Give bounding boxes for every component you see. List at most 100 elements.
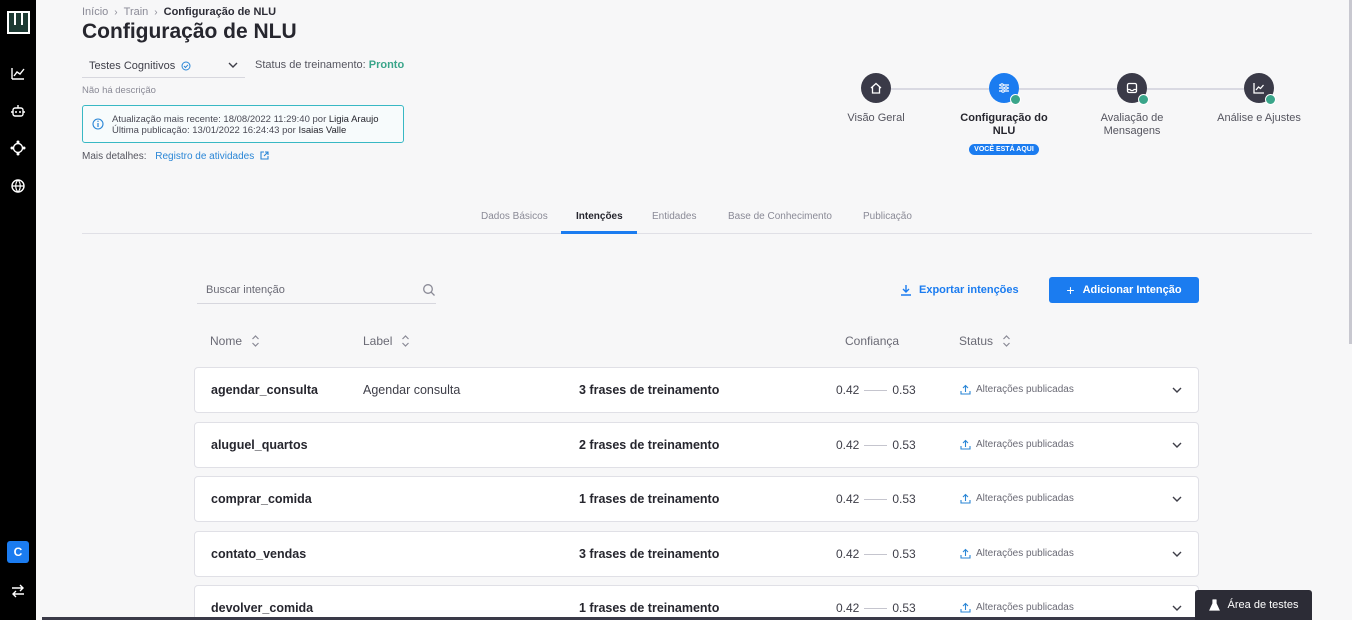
- step-label: Visão Geral: [847, 112, 905, 124]
- verified-icon: [181, 61, 191, 70]
- breadcrumb-home[interactable]: Início: [82, 6, 108, 18]
- external-link-icon[interactable]: [260, 151, 269, 160]
- training-phrases-count: 2 frases de treinamento: [579, 438, 720, 452]
- bot-selector-value: Testes Cognitivos: [89, 59, 176, 72]
- step-overview[interactable]: Visão Geral: [821, 73, 931, 125]
- last-update-line: Atualização mais recente: 18/08/2022 11:…: [112, 114, 379, 125]
- more-details-label: Mais detalhes:: [82, 151, 147, 162]
- step-message-review[interactable]: Avaliação de Mensagens: [1077, 73, 1187, 138]
- analytics-icon[interactable]: [10, 65, 26, 81]
- inbox-icon: [1126, 82, 1138, 94]
- bot-icon[interactable]: [10, 103, 26, 119]
- confidence-max: 0.53: [892, 383, 916, 397]
- confidence-bar: [864, 553, 888, 555]
- more-details: Mais detalhes: Registro de atividades: [82, 151, 269, 162]
- page-title: Configuração de NLU: [82, 20, 297, 43]
- export-intents-button[interactable]: Exportar intenções: [900, 284, 1019, 296]
- info-icon: [92, 118, 104, 130]
- column-header-name[interactable]: Nome: [210, 334, 260, 348]
- column-header-label: Status: [959, 334, 994, 348]
- confidence-range: 0.42 0.53: [836, 438, 916, 452]
- intent-row[interactable]: comprar_comida 1 frases de treinamento 0…: [194, 476, 1199, 522]
- chevron-down-icon[interactable]: [1171, 548, 1183, 560]
- column-header-confidence: Confiança: [845, 334, 899, 348]
- publish-status-text: Alterações publicadas: [976, 602, 1074, 613]
- publish-status: Alterações publicadas: [960, 548, 1074, 559]
- confidence-range: 0.42 0.53: [836, 601, 916, 615]
- tab-publication[interactable]: Publicação: [863, 211, 912, 222]
- tab-basic-data[interactable]: Dados Básicos: [481, 211, 548, 222]
- step-nlu-config[interactable]: Configuração do NLU VOCÊ ESTÁ AQUI: [949, 73, 1059, 156]
- breadcrumb-current: Configuração de NLU: [163, 6, 277, 18]
- stepper-track: [876, 88, 1258, 90]
- breadcrumb: Início › Train › Configuração de NLU: [82, 6, 276, 18]
- intent-name: devolver_comida: [211, 601, 314, 615]
- sidebar: C: [0, 0, 36, 620]
- confidence-bar: [864, 607, 888, 609]
- intent-label: Agendar consulta: [363, 383, 461, 397]
- bot-description: Não há descrição: [82, 85, 156, 96]
- globe-icon[interactable]: [10, 178, 26, 194]
- bot-selector[interactable]: Testes Cognitivos: [82, 54, 245, 78]
- test-area-label: Área de testes: [1227, 599, 1299, 611]
- publish-status-text: Alterações publicadas: [976, 493, 1074, 504]
- tab-intents[interactable]: Intenções: [576, 211, 623, 222]
- last-publish-text: Última publicação: 13/01/2022 16:24:43 p…: [112, 125, 299, 136]
- column-header-label: Nome: [210, 334, 243, 348]
- breadcrumb-train[interactable]: Train: [124, 6, 149, 18]
- confidence-min: 0.42: [836, 438, 860, 452]
- intent-row[interactable]: contato_vendas 3 frases de treinamento 0…: [194, 531, 1199, 577]
- upload-icon: [960, 602, 971, 613]
- training-status-value: Pronto: [368, 59, 405, 71]
- chevron-down-icon[interactable]: [1171, 602, 1183, 614]
- plus-icon: +: [1066, 282, 1075, 298]
- current-step-badge: VOCÊ ESTÁ AQUI: [969, 144, 1039, 155]
- chevron-down-icon[interactable]: [1171, 384, 1183, 396]
- export-intents-label: Exportar intenções: [919, 284, 1019, 296]
- confidence-range: 0.42 0.53: [836, 383, 916, 397]
- tab-knowledge-base[interactable]: Base de Conhecimento: [728, 211, 832, 222]
- intent-row[interactable]: devolver_comida 1 frases de treinamento …: [194, 585, 1199, 620]
- app-logo[interactable]: [7, 11, 30, 34]
- confidence-bar: [864, 444, 888, 446]
- last-publish-user: Isaias Valle: [298, 125, 347, 136]
- check-icon: [1265, 94, 1276, 105]
- add-intent-button[interactable]: + Adicionar Intenção: [1049, 277, 1199, 303]
- publish-status-text: Alterações publicadas: [976, 384, 1074, 395]
- search-icon[interactable]: [422, 283, 436, 297]
- switch-icon[interactable]: [10, 583, 26, 599]
- chevron-right-icon: ›: [154, 6, 158, 18]
- sort-icon[interactable]: [1002, 334, 1011, 348]
- intent-name: contato_vendas: [211, 547, 307, 561]
- chevron-down-icon[interactable]: [1171, 493, 1183, 505]
- confidence-range: 0.42 0.53: [836, 547, 916, 561]
- step-circle: [861, 73, 891, 103]
- section-tabs: Dados Básicos Intenções Entidades Base d…: [82, 206, 1312, 234]
- intent-search[interactable]: Buscar intenção: [197, 277, 436, 304]
- activity-log-link[interactable]: Registro de atividades: [155, 151, 254, 162]
- confidence-min: 0.42: [836, 601, 860, 615]
- active-tab-indicator: [561, 231, 637, 234]
- tab-entities[interactable]: Entidades: [652, 211, 696, 222]
- integrations-icon[interactable]: [10, 140, 26, 156]
- confidence-max: 0.53: [892, 601, 916, 615]
- training-phrases-count: 1 frases de treinamento: [579, 492, 720, 506]
- step-label: Avaliação de Mensagens: [1100, 112, 1164, 137]
- sort-icon[interactable]: [401, 334, 410, 348]
- intent-name: agendar_consulta: [211, 383, 318, 397]
- test-area-button[interactable]: Área de testes: [1195, 590, 1312, 620]
- publish-status: Alterações publicadas: [960, 439, 1074, 450]
- training-phrases-count: 3 frases de treinamento: [579, 547, 720, 561]
- chevron-down-icon[interactable]: [1171, 439, 1183, 451]
- column-header-status[interactable]: Status: [959, 334, 1011, 348]
- intent-row[interactable]: agendar_consulta Agendar consulta 3 fras…: [194, 367, 1199, 413]
- intent-row[interactable]: aluguel_quartos 2 frases de treinamento …: [194, 422, 1199, 468]
- workspace-avatar[interactable]: C: [7, 541, 29, 563]
- upload-icon: [960, 384, 971, 395]
- flask-icon: [1208, 599, 1220, 611]
- training-phrases-count: 1 frases de treinamento: [579, 601, 720, 615]
- column-header-label-col[interactable]: Label: [363, 334, 410, 348]
- search-input[interactable]: Buscar intenção: [206, 284, 285, 296]
- sort-icon[interactable]: [251, 334, 260, 348]
- step-analysis[interactable]: Análise e Ajustes: [1204, 73, 1314, 125]
